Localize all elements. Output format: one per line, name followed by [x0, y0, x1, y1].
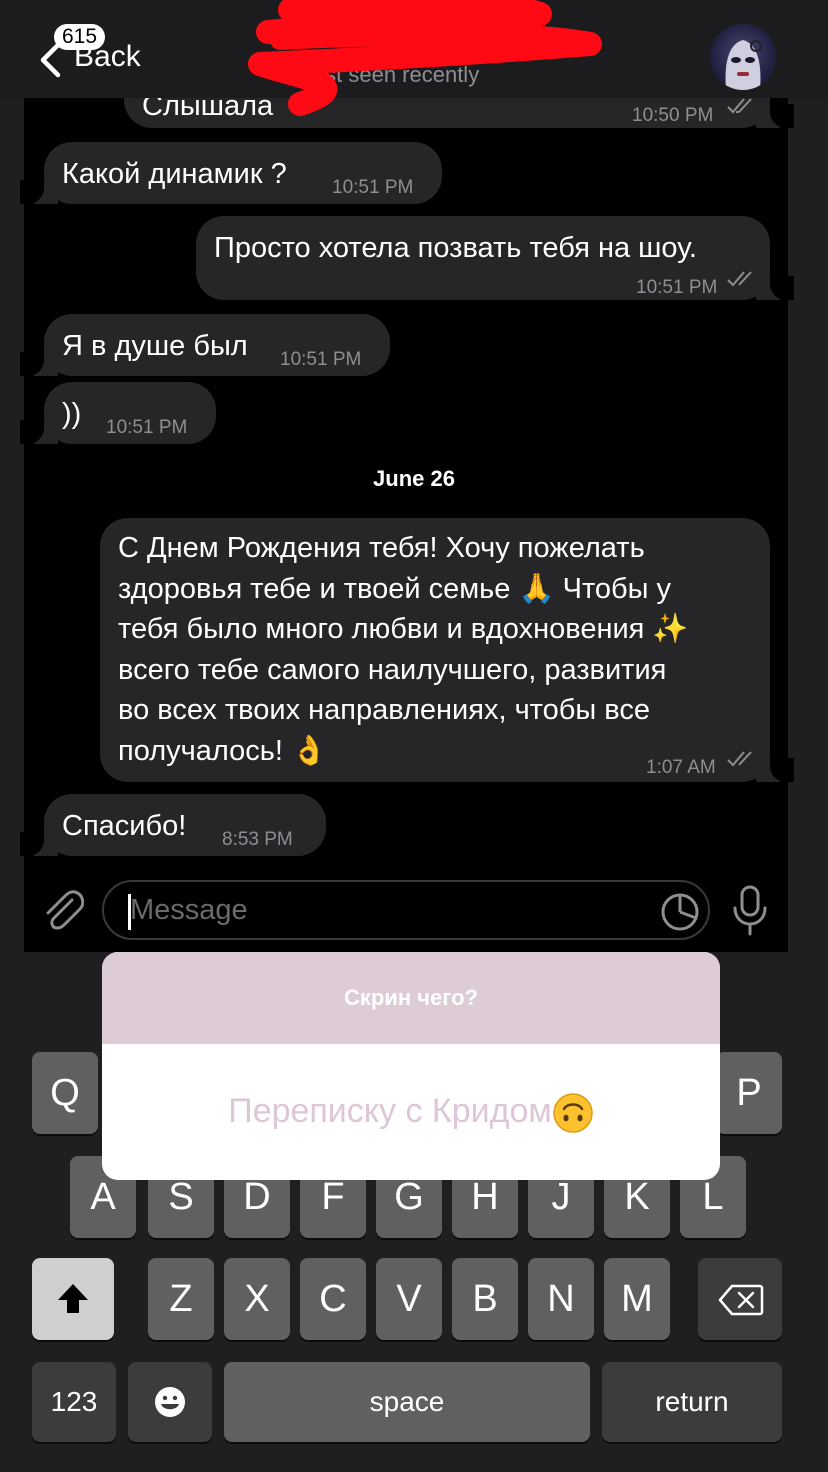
message-line: С Днем Рождения тебя! Хочу пожелать: [118, 532, 645, 564]
message-text: Я в душе был: [62, 330, 248, 362]
avatar-image: [725, 40, 762, 90]
key-m[interactable]: M: [604, 1258, 670, 1340]
paperclip-icon[interactable]: [42, 886, 84, 934]
avatar[interactable]: [710, 24, 776, 90]
message-line: во всех твоих направлениях, чтобы все: [118, 694, 650, 726]
key-c[interactable]: C: [300, 1258, 366, 1340]
emoji-key[interactable]: [128, 1362, 212, 1442]
microphone-icon[interactable]: [730, 884, 770, 936]
delete-key[interactable]: [698, 1258, 782, 1340]
unread-count-badge: 615: [54, 24, 106, 50]
message-placeholder: Message: [130, 894, 248, 926]
key-n[interactable]: N: [528, 1258, 594, 1340]
answer-text: Переписку с Кридом: [228, 1092, 552, 1130]
key-z[interactable]: Z: [148, 1258, 214, 1340]
message-time: 10:51 PM: [106, 417, 188, 438]
message-time: 10:51 PM: [280, 349, 362, 370]
backspace-icon: [718, 1284, 764, 1316]
key-q[interactable]: Q: [32, 1052, 98, 1134]
read-checkmarks-icon: [727, 98, 752, 114]
message-line: тебя было много любви и вдохновения ✨: [118, 613, 689, 645]
question-card: Скрин чего? Переписку с Кридом: [102, 952, 720, 1180]
message-bubble-incoming[interactable]: Я в душе был 10:51 PM: [20, 314, 390, 376]
key-v[interactable]: V: [376, 1258, 442, 1340]
message-input[interactable]: Message: [102, 880, 710, 940]
key-p[interactable]: P: [716, 1052, 782, 1134]
read-checkmarks-icon: [727, 751, 752, 767]
sticker-icon[interactable]: [660, 892, 700, 932]
question-card-title: Скрин чего?: [102, 952, 720, 1044]
red-scribble-redaction: [248, 0, 602, 116]
message-time: 8:53 PM: [222, 829, 293, 850]
message-bubble-outgoing[interactable]: Просто хотела позвать тебя на шоу. 10:51…: [196, 216, 794, 300]
return-key[interactable]: return: [602, 1362, 782, 1442]
numbers-key[interactable]: 123: [32, 1362, 116, 1442]
shift-icon: [58, 1284, 88, 1313]
date-separator: June 26: [373, 466, 455, 491]
message-line: здоровья тебе и твоей семье 🙏 Чтобы у: [118, 572, 672, 605]
message-time: 10:51 PM: [332, 177, 414, 198]
message-text: Просто хотела позвать тебя на шоу.: [214, 232, 697, 264]
message-bubble-incoming[interactable]: )) 10:51 PM: [20, 382, 216, 444]
message-text: )): [62, 398, 82, 430]
question-card-answer: Переписку с Кридом: [102, 1092, 720, 1134]
message-bubble-outgoing[interactable]: С Днем Рождения тебя! Хочу пожелать здор…: [100, 518, 794, 782]
emoji-icon: [155, 1387, 185, 1417]
key-x[interactable]: X: [224, 1258, 290, 1340]
message-bubble-incoming[interactable]: Какой динамик ? 10:51 PM: [20, 142, 442, 204]
shift-key[interactable]: [32, 1258, 114, 1340]
message-time: 10:51 PM: [636, 277, 718, 298]
message-bubble-incoming[interactable]: Спасибо! 8:53 PM: [20, 794, 326, 856]
read-checkmarks-icon: [727, 271, 752, 287]
space-key[interactable]: space: [224, 1362, 590, 1442]
message-text: С Днем Рождения тебя! Хочу пожелать здор…: [118, 528, 758, 771]
message-text: Какой динамик ?: [62, 158, 287, 190]
message-line: всего тебе самого наилучшего, развития: [118, 653, 667, 686]
message-text: Спасибо!: [62, 810, 187, 842]
chat-header: Back 615 last seen recently: [0, 0, 828, 116]
key-b[interactable]: B: [452, 1258, 518, 1340]
message-time: 10:50 PM: [632, 105, 714, 126]
upside-down-face-emoji: [553, 1093, 593, 1133]
message-time: 1:07 AM: [646, 757, 716, 778]
